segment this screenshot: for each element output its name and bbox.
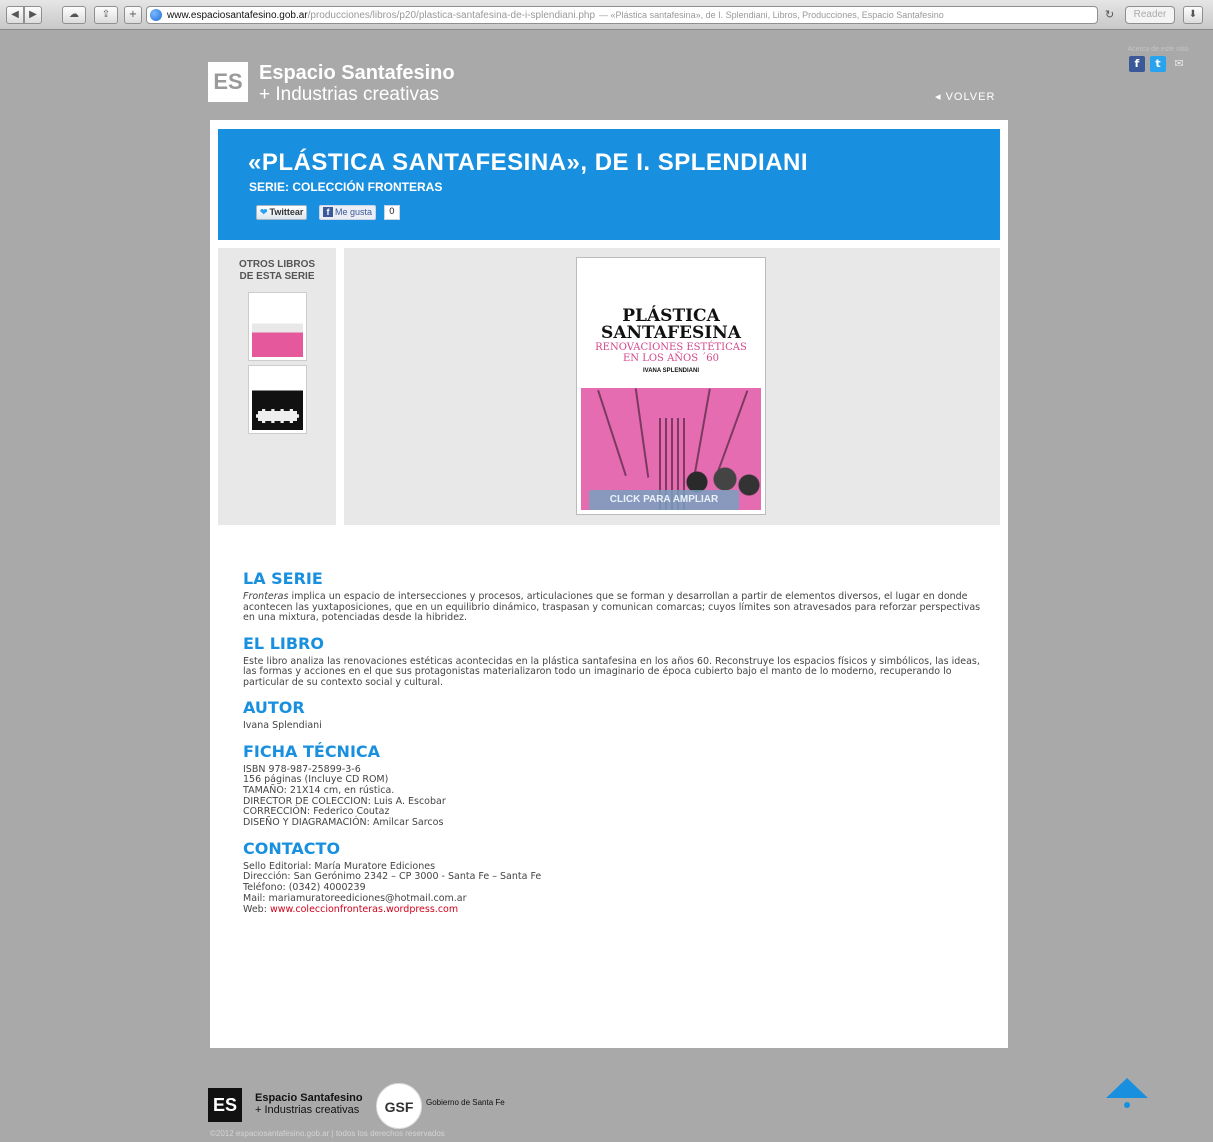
book-cover-image	[252, 296, 303, 357]
book-details: LA SERIE Fronteras implica un espacio de…	[243, 570, 983, 926]
twitter-icon[interactable]: t	[1150, 56, 1166, 72]
like-count: 0	[384, 205, 400, 220]
footer-brand[interactable]: Espacio Santafesino + Industrias creativ…	[255, 1092, 363, 1116]
scroll-to-top-icon[interactable]	[1104, 1076, 1150, 1110]
cover-subtitle: RENOVACIONES ESTÉTICAS EN LOS AÑOS ´60	[595, 342, 747, 364]
section-heading: EL LIBRO	[243, 633, 324, 653]
section-body: Fronteras implica un espacio de intersec…	[243, 591, 981, 623]
globe-icon	[150, 9, 162, 21]
forward-arrow-icon[interactable]: ▶	[24, 6, 42, 24]
section-autor: AUTOR Ivana Splendiani	[243, 699, 983, 732]
sidebar-title: OTROS LIBROS DE ESTA SERIE	[238, 259, 316, 282]
address-bar[interactable]: www.espaciosantafesino.gob.ar/produccion…	[146, 6, 1098, 24]
facebook-icon: f	[323, 207, 333, 217]
site-logo[interactable]: ES	[208, 62, 248, 102]
social-links: Acerca de este sitio f t ✉	[1118, 46, 1198, 72]
title-banner: «PLÁSTICA SANTAFESINA», DE I. SPLENDIANI…	[218, 129, 1000, 240]
brand-line-2: + Industrias creativas	[259, 84, 440, 105]
section-contacto: CONTACTO Sello Editorial: María Muratore…	[243, 838, 983, 916]
twitter-bird-icon: ❤	[260, 207, 268, 217]
back-link[interactable]: ◂ VOLVER	[935, 90, 995, 103]
share-icon[interactable]: ⇪	[94, 6, 118, 24]
content-card: «PLÁSTICA SANTAFESINA», DE I. SPLENDIANI…	[210, 120, 1008, 1048]
government-label[interactable]: Gobierno de Santa Fe	[426, 1098, 505, 1107]
section-serie: LA SERIE Fronteras implica un espacio de…	[243, 570, 983, 624]
zoom-button[interactable]: CLICK PARA AMPLIAR	[589, 490, 739, 510]
section-heading: LA SERIE	[243, 569, 323, 588]
page-title: «PLÁSTICA SANTAFESINA», DE I. SPLENDIANI	[248, 149, 809, 176]
mail-icon[interactable]: ✉	[1171, 56, 1187, 72]
series-subtitle: SERIE: COLECCIÓN FRONTERAS	[249, 180, 443, 194]
cover-title: PLÁSTICA SANTAFESINA	[601, 306, 741, 343]
spec-line: TAMAÑO: 21X14 cm, en rústica.	[243, 784, 395, 796]
copyright: ©2012 espaciosantafesino.gob.ar | todos …	[210, 1129, 445, 1138]
book-thumbnail[interactable]	[248, 292, 307, 361]
spec-line: DISEÑO Y DIAGRAMACIÓN: Amilcar Sarcos	[243, 817, 444, 829]
cloud-icon[interactable]: ☁	[62, 6, 86, 24]
tweet-button[interactable]: ❤ Twittear	[256, 205, 308, 220]
gsf-logo[interactable]: GSF	[376, 1083, 422, 1129]
brand-line-1: Espacio Santafesino	[259, 62, 455, 84]
reader-button[interactable]: Reader	[1125, 6, 1175, 24]
browser-toolbar: ◀ ▶ ☁ ⇪ + www.espaciosantafesino.gob.ar/…	[0, 0, 1213, 30]
cover-author: IVANA SPLENDIANI	[642, 368, 699, 374]
website-link[interactable]: www.coleccionfronteras.wordpress.com	[270, 904, 458, 915]
section-heading: AUTOR	[243, 698, 305, 717]
like-button[interactable]: f Me gusta	[319, 205, 377, 220]
chevron-left-icon: ◂	[935, 91, 946, 103]
back-arrow-icon[interactable]: ◀	[6, 6, 24, 24]
section-ficha: FICHA TÉCNICA ISBN 978-987-25899-3-6 156…	[243, 741, 983, 829]
social-label: Acerca de este sitio	[1127, 46, 1189, 53]
section-heading: CONTACTO	[243, 838, 341, 858]
reload-icon[interactable]: ↻	[1105, 8, 1114, 21]
contact-line: Web: www.coleccionfronteras.wordpress.co…	[243, 903, 459, 915]
cover-viewer: PLÁSTICA SANTAFESINA RENOVACIONES ESTÉTI…	[344, 248, 1000, 525]
book-cover[interactable]: PLÁSTICA SANTAFESINA RENOVACIONES ESTÉTI…	[576, 257, 766, 515]
section-body: Ivana Splendiani	[243, 720, 322, 731]
facebook-icon[interactable]: f	[1128, 56, 1145, 72]
url-text: www.espaciosantafesino.gob.ar/produccion…	[167, 10, 944, 21]
section-libro: EL LIBRO Este libro analiza las renovaci…	[243, 633, 983, 689]
book-thumbnail[interactable]	[248, 365, 307, 434]
add-bookmark-icon[interactable]: +	[124, 6, 142, 24]
section-heading: FICHA TÉCNICA	[243, 741, 381, 761]
footer-logo[interactable]: ES	[208, 1088, 242, 1122]
book-cover-image	[252, 369, 303, 430]
section-body: Este libro analiza las renovaciones esté…	[243, 655, 980, 688]
brand-name[interactable]: Espacio Santafesino + Industrias creativ…	[259, 62, 455, 106]
download-icon[interactable]: ⬇	[1183, 6, 1203, 24]
other-books-sidebar: OTROS LIBROS DE ESTA SERIE	[218, 248, 336, 525]
